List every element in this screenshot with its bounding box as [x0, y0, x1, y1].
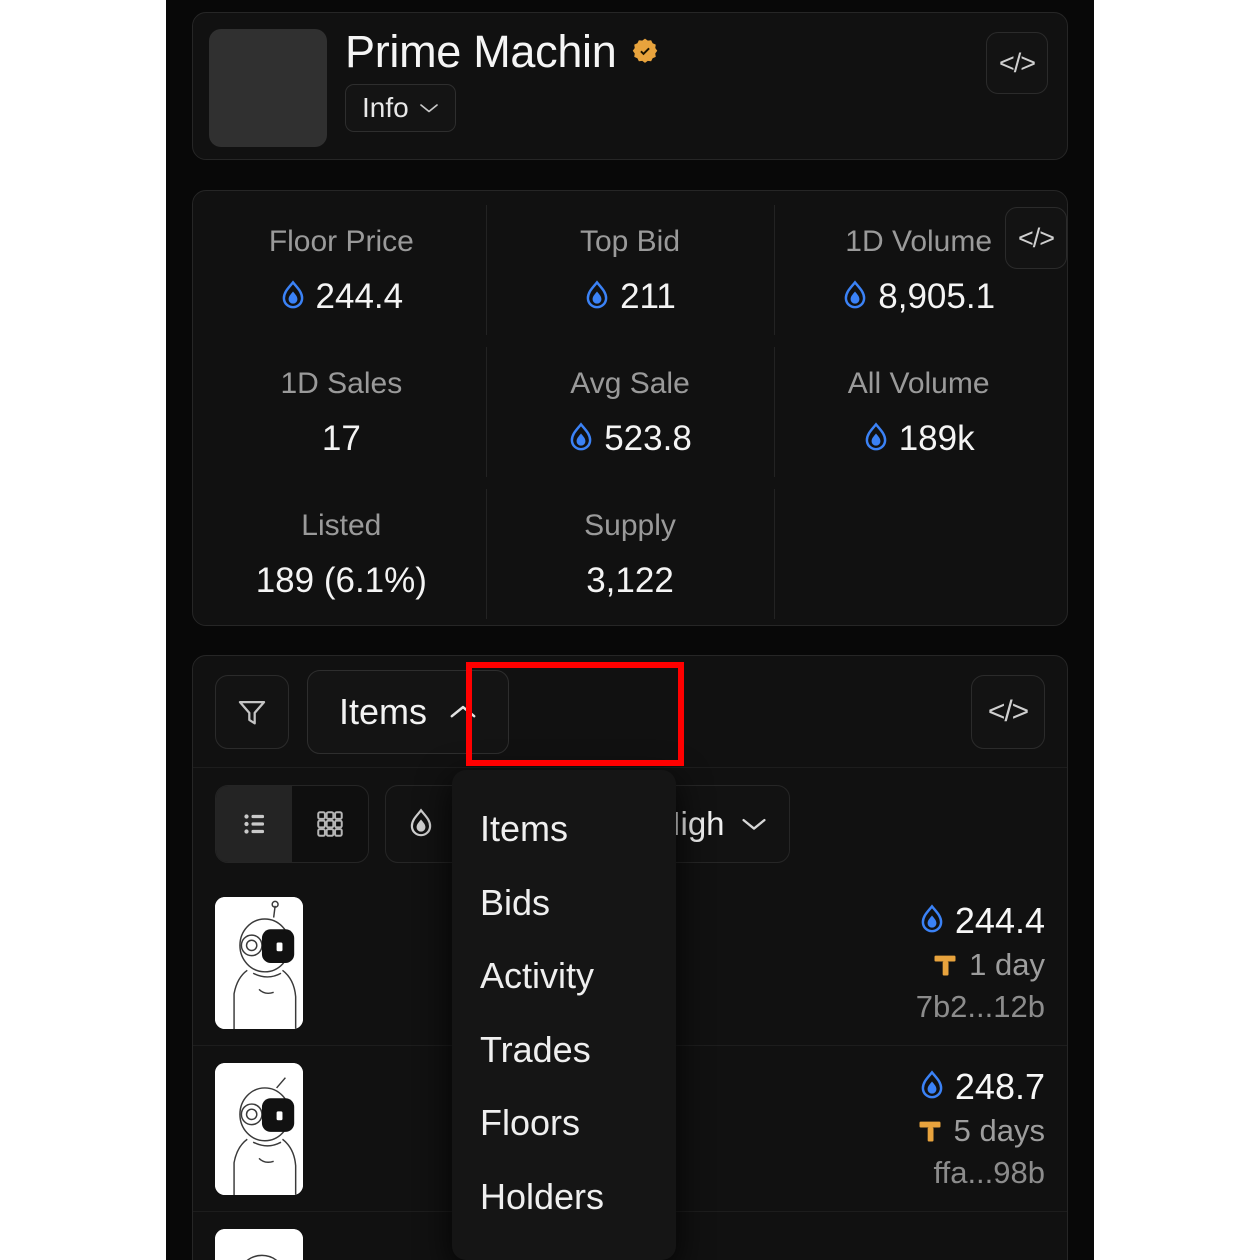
- sui-drop-icon: [921, 1070, 943, 1099]
- stat-number: 211: [620, 276, 676, 316]
- sui-drop-icon: [586, 280, 608, 309]
- dropdown-item-items[interactable]: Items: [452, 792, 676, 866]
- chevron-up-icon: [450, 705, 476, 717]
- item-price-value: 248.7: [954, 1065, 1045, 1107]
- view-mode-toggle[interactable]: [215, 785, 369, 863]
- tab-selector-button[interactable]: Items: [307, 669, 509, 754]
- sui-drop-icon: [865, 422, 887, 451]
- chevron-down-icon: [419, 104, 438, 113]
- stat-value: 8,905.1: [842, 279, 995, 314]
- stat-number: 8,905.1: [878, 276, 996, 316]
- stat-all-volume: All Volume 189k: [774, 341, 1063, 483]
- list-view-icon: [244, 814, 264, 834]
- dropdown-item-activity[interactable]: Activity: [452, 939, 676, 1013]
- collection-header-text: Prime Machin Info: [345, 29, 1051, 132]
- dropdown-item-holders[interactable]: Holders: [452, 1160, 676, 1234]
- item-age: 1 day: [931, 948, 1045, 982]
- item-address[interactable]: ffa...98b: [934, 1156, 1045, 1190]
- tab-selector-label: Items: [338, 690, 427, 732]
- stat-row: Listed 189 (6.1%) Supply 3,122: [197, 483, 1063, 625]
- item-meta: 244.4 1 day 7b2...12b: [916, 901, 1045, 1025]
- item-age-value: 1 day: [969, 947, 1045, 983]
- list-view-option[interactable]: [216, 786, 292, 862]
- stats-code-button[interactable]: </>: [1005, 207, 1067, 269]
- grid-view-icon: [317, 811, 343, 837]
- stat-label: 1D Sales: [280, 366, 403, 400]
- stat-label: Floor Price: [268, 224, 414, 258]
- stat-label: Avg Sale: [570, 366, 690, 400]
- stat-row: Floor Price 244.4 Top Bid 211 1D Volume …: [197, 199, 1063, 341]
- stat-supply: Supply 3,122: [485, 483, 775, 625]
- code-icon: </>: [987, 695, 1029, 728]
- item-thumbnail[interactable]: [215, 896, 303, 1029]
- item-thumbnail[interactable]: [215, 1228, 303, 1260]
- stat-label: Supply: [584, 508, 676, 542]
- header-code-button[interactable]: </>: [986, 32, 1048, 94]
- robot-artwork-icon: [215, 1062, 303, 1195]
- stat-value: 189 (6.1%): [256, 563, 427, 598]
- stat-value: 523.8: [568, 421, 692, 456]
- code-icon: </>: [1017, 222, 1055, 253]
- stat-empty: [774, 483, 1063, 625]
- stat-label: 1D Volume: [845, 224, 993, 258]
- item-price: 248.7: [919, 1067, 1045, 1107]
- stat-row: 1D Sales 17 Avg Sale 523.8 All Volume 18…: [197, 341, 1063, 483]
- chevron-down-icon: [741, 818, 766, 830]
- stat-number: 244.4: [315, 276, 404, 316]
- item-age-value: 5 days: [953, 1113, 1045, 1149]
- stat-floor-price: Floor Price 244.4: [197, 199, 486, 341]
- stat-value: 17: [322, 421, 361, 456]
- item-age: 5 days: [916, 1114, 1045, 1148]
- collection-stats-card: Floor Price 244.4 Top Bid 211 1D Volume …: [192, 190, 1068, 626]
- stat-number: 3,122: [586, 560, 674, 600]
- stat-value: 3,122: [586, 563, 674, 598]
- stat-listed: Listed 189 (6.1%): [197, 483, 486, 625]
- code-icon: </>: [998, 47, 1036, 78]
- collection-header-card: Prime Machin Info </>: [192, 12, 1068, 160]
- items-toolbar: Items </>: [193, 656, 1067, 768]
- gavel-icon: [934, 955, 956, 976]
- stat-number: 189k: [898, 418, 975, 458]
- filter-button[interactable]: [215, 674, 289, 749]
- item-thumbnail[interactable]: [215, 1062, 303, 1195]
- dropdown-item-floors[interactable]: Floors: [452, 1086, 676, 1160]
- stat-label: Top Bid: [579, 224, 681, 258]
- stat-number: 523.8: [604, 418, 692, 458]
- stat-label: Listed: [301, 508, 382, 542]
- sui-drop-icon: [282, 280, 303, 309]
- grid-view-option[interactable]: [292, 786, 368, 862]
- filter-funnel-icon: [238, 700, 266, 724]
- info-dropdown-button[interactable]: Info: [345, 84, 456, 132]
- stat-number: 17: [321, 418, 361, 458]
- dropdown-item-trades[interactable]: Trades: [452, 1013, 676, 1087]
- items-code-button[interactable]: </>: [971, 675, 1045, 749]
- gavel-icon: [919, 1121, 941, 1142]
- item-price: 244.4: [919, 901, 1045, 941]
- robot-artwork-icon: [215, 896, 303, 1029]
- item-address[interactable]: 7b2...12b: [916, 990, 1045, 1024]
- sui-drop-icon: [844, 280, 866, 309]
- stat-label: All Volume: [847, 366, 990, 400]
- collection-avatar[interactable]: [209, 29, 327, 147]
- info-label: Info: [362, 92, 409, 123]
- collection-title-row: Prime Machin: [345, 29, 1051, 74]
- stat-number: 189 (6.1%): [255, 560, 427, 600]
- sui-drop-icon: [570, 422, 592, 451]
- mobile-viewport: Prime Machin Info </> Floor Price 244.4 …: [166, 0, 1094, 1260]
- stat-value: 211: [584, 279, 676, 314]
- stat-top-bid: Top Bid 211: [485, 199, 775, 341]
- tab-selector-dropdown-menu[interactable]: Items Bids Activity Trades Floors Holder…: [452, 770, 676, 1260]
- sui-drop-icon: [921, 904, 943, 933]
- stat-value: 189k: [863, 421, 975, 456]
- verified-badge-icon: [633, 38, 658, 63]
- stat-value: 244.4: [280, 276, 404, 316]
- robot-artwork-icon: [215, 1228, 303, 1260]
- item-price-value: 244.4: [954, 899, 1045, 941]
- dropdown-item-bids[interactable]: Bids: [452, 866, 676, 940]
- item-meta: 248.7 5 days ffa...98b: [916, 1067, 1045, 1191]
- sui-drop-icon: [410, 808, 432, 837]
- page-title: Prime Machin: [345, 26, 617, 77]
- stat-avg-sale: Avg Sale 523.8: [485, 341, 775, 483]
- stat-1d-sales: 1D Sales 17: [197, 341, 486, 483]
